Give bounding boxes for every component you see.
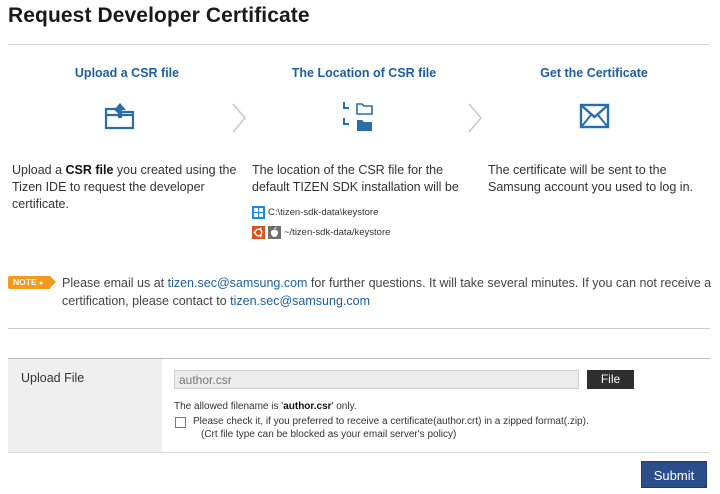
step-3-title: Get the Certificate <box>540 66 648 80</box>
step-1-title: Upload a CSR file <box>74 66 180 80</box>
note-badge: NOTE ● <box>8 276 56 289</box>
note-text: Please email us at tizen.sec@samsung.com… <box>62 276 712 308</box>
support-email-link[interactable]: tizen.sec@samsung.com <box>168 276 308 290</box>
envelope-icon <box>578 100 612 137</box>
ubuntu-icon <box>252 226 265 239</box>
unix-path: ~/tizen-sdk-data/keystore <box>284 227 391 238</box>
step-2-title: The Location of CSR file <box>291 66 437 80</box>
file-browse-button[interactable]: File <box>587 370 634 389</box>
step-2-description: The location of the CSR file for the def… <box>252 163 459 194</box>
windows-path: C:\tizen-sdk-data\keystore <box>268 207 379 218</box>
unix-path-row: ~/tizen-sdk-data/keystore <box>252 226 390 239</box>
form-label-cell: Upload File <box>8 359 162 452</box>
chevron-right-icon <box>467 102 483 139</box>
page-title: Request Developer Certificate <box>8 4 310 27</box>
allowed-filename-hint: The allowed filename is 'author.csr' onl… <box>174 401 357 412</box>
upload-file-label: Upload File <box>21 371 85 385</box>
windows-icon <box>252 206 265 219</box>
csr-file-input[interactable] <box>174 370 579 389</box>
submit-button[interactable]: Submit <box>641 461 707 488</box>
title-divider <box>8 44 710 45</box>
note-divider <box>8 328 710 329</box>
folder-tree-icon <box>342 100 376 139</box>
zip-format-checkbox[interactable] <box>175 417 186 428</box>
step-3-description: The certificate will be sent to the Sams… <box>488 163 693 194</box>
apple-icon <box>268 226 281 239</box>
windows-path-row: C:\tizen-sdk-data\keystore <box>252 206 378 219</box>
upload-form: Upload File File The allowed filename is… <box>8 358 710 453</box>
upload-folder-icon <box>103 100 137 137</box>
zip-format-checkbox-label: Please check it, if you preferred to rec… <box>193 416 589 440</box>
chevron-right-icon <box>231 102 247 139</box>
step-1-description: Upload a CSR file you created using the … <box>12 163 237 211</box>
contact-email-link[interactable]: tizen.sec@samsung.com <box>230 294 370 308</box>
